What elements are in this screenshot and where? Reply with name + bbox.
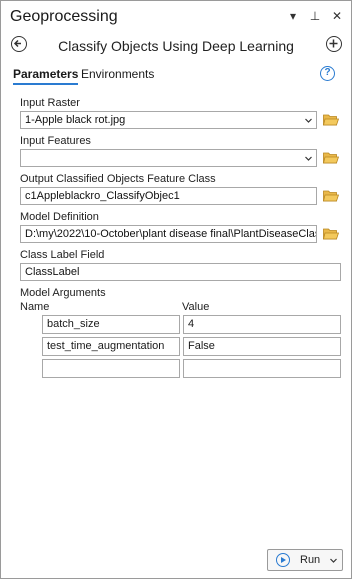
input-raster-label: Input Raster [20,97,80,109]
menu-down-icon[interactable]: ▾ [287,9,299,23]
class-label-field-label: Class Label Field [20,249,105,261]
tab-parameters[interactable]: Parameters [13,67,79,85]
output-fc-input[interactable]: c1Appleblackro_ClassifyObjec1 [20,187,317,205]
chevron-down-icon [305,156,312,161]
pane-title: Geoprocessing [10,8,118,25]
input-features-dropdown[interactable] [20,149,317,167]
value-column-header: Value [182,301,210,313]
folder-icon[interactable] [323,151,339,164]
folder-icon[interactable] [323,113,339,126]
output-fc-label: Output Classified Objects Feature Class [20,173,216,185]
input-raster-dropdown[interactable]: 1-Apple black rot.jpg [20,111,317,129]
titlebar-icons: ▾ ⊥ ✕ [287,9,343,23]
name-column-header: Name [20,301,50,313]
play-icon [276,553,290,567]
pin-icon[interactable]: ⊥ [309,9,321,23]
argument-value-cell[interactable] [183,359,341,378]
folder-icon[interactable] [323,227,339,240]
pane-titlebar: Geoprocessing ▾ ⊥ ✕ [1,1,351,31]
tab-environments[interactable]: Environments [81,67,154,81]
argument-value-cell[interactable]: 4 [183,315,341,334]
plus-icon [329,39,338,48]
model-definition-label: Model Definition [20,211,99,223]
argument-value-cell[interactable]: False [183,337,341,356]
add-button[interactable] [326,36,342,52]
close-icon[interactable]: ✕ [331,9,343,23]
input-raster-value: 1-Apple black rot.jpg [25,114,126,126]
tab-bar: Parameters Environments ? [11,66,341,87]
run-label: Run [300,554,321,566]
geoprocessing-pane: Geoprocessing ▾ ⊥ ✕ Classify Objects Usi… [0,0,352,579]
run-button[interactable]: Run [267,549,343,571]
model-arguments-label: Model Arguments [20,287,106,299]
argument-name-cell[interactable]: test_time_augmentation [42,337,180,356]
model-definition-input[interactable]: D:\my\2022\10-October\plant disease fina… [20,225,317,243]
tool-title: Classify Objects Using Deep Learning [58,38,294,54]
chevron-down-icon[interactable] [330,557,337,564]
chevron-down-icon [305,118,312,123]
folder-icon[interactable] [323,189,339,202]
input-features-label: Input Features [20,135,91,147]
help-icon[interactable]: ? [320,66,335,81]
tool-header: Classify Objects Using Deep Learning [1,33,351,61]
argument-name-cell[interactable]: batch_size [42,315,180,334]
argument-name-cell[interactable] [42,359,180,378]
class-label-field-input[interactable]: ClassLabel [20,263,341,281]
